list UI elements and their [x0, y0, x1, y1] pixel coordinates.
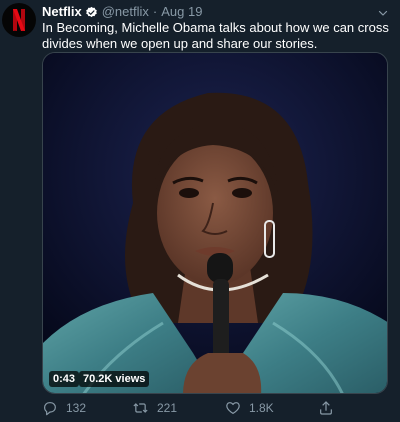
reply-icon — [42, 400, 58, 416]
tweet-text: In Becoming, Michelle Obama talks about … — [42, 20, 389, 51]
tweet-header: Netflix @netflix · Aug 19 — [42, 4, 370, 20]
avatar[interactable] — [2, 3, 36, 37]
share-button[interactable] — [318, 398, 334, 418]
tweet-actions: 132 221 1.8K — [42, 398, 342, 418]
video-views-badge: 70.2K views — [79, 371, 150, 387]
verified-badge-icon — [85, 6, 98, 19]
tweet[interactable]: Netflix @netflix · Aug 19 In Becoming, M… — [0, 0, 400, 422]
author-display-name[interactable]: Netflix — [42, 4, 82, 20]
video-thumbnail — [43, 53, 387, 393]
reply-button[interactable]: 132 — [42, 398, 86, 418]
share-icon — [318, 400, 334, 416]
like-button[interactable]: 1.8K — [225, 398, 274, 418]
retweet-button[interactable]: 221 — [132, 398, 177, 418]
header-separator: · — [152, 4, 158, 19]
like-count: 1.8K — [249, 401, 274, 415]
chevron-down-icon[interactable] — [376, 6, 390, 20]
retweet-icon — [132, 400, 149, 416]
tweet-date[interactable]: Aug 19 — [161, 4, 202, 20]
video-duration-badge: 0:43 — [49, 371, 80, 387]
reply-count: 132 — [66, 401, 87, 415]
heart-icon — [225, 400, 241, 416]
netflix-logo-icon — [13, 9, 25, 31]
video-player[interactable]: 0:43 70.2K views — [42, 52, 388, 394]
author-handle[interactable]: @netflix — [102, 4, 149, 20]
retweet-count: 221 — [157, 401, 178, 415]
